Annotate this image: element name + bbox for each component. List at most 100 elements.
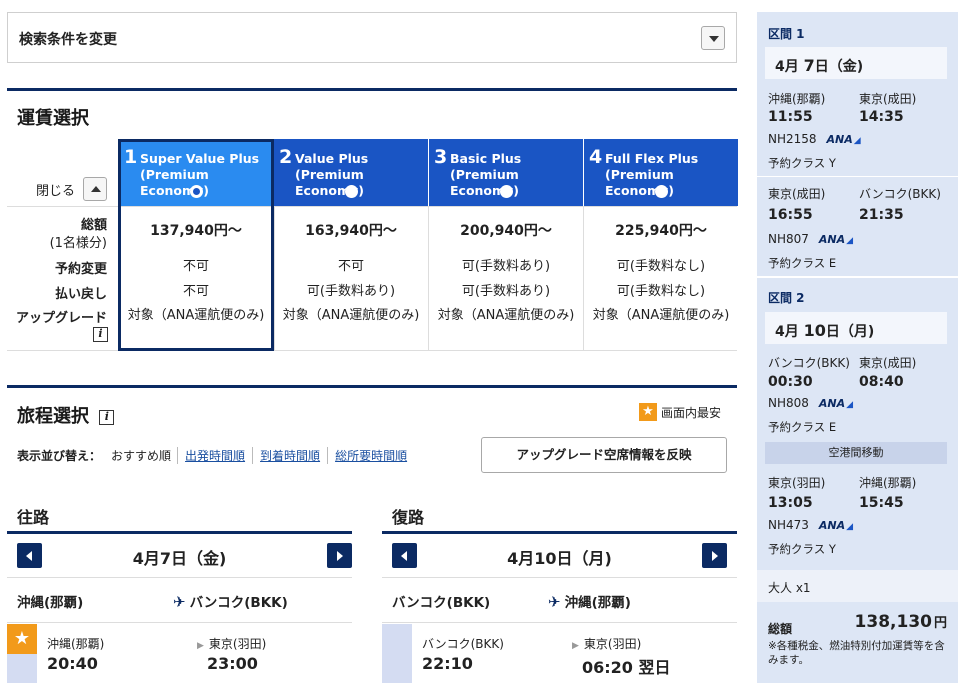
sort-duration-link[interactable]: 総所要時間順 (327, 447, 414, 464)
total-label: 総額 (768, 622, 793, 636)
date-weekday: 日（月) (825, 324, 875, 340)
row-divider (7, 350, 737, 351)
flight-marker: ★ (7, 624, 37, 683)
outbound-flight-option[interactable]: ★ 沖縄(那覇) ▶ 東京(羽田) 20:40 23:00 (7, 624, 352, 683)
search-condition-bar[interactable]: 検索条件を変更 (7, 12, 737, 63)
info-icon[interactable]: i (93, 327, 108, 342)
row-label-refund: 払い戻し (54, 287, 107, 302)
date-day: 10 (803, 321, 826, 340)
passenger-count: 大人 x1 (757, 570, 958, 602)
fare-radio[interactable] (190, 185, 203, 198)
leg-from-city: 東京(羽田) (768, 476, 826, 490)
row-label-upgrade: アップグレード (15, 311, 107, 326)
fare-upgrade: 対象（ANA運航便のみ) (282, 308, 420, 323)
leg-from-city: 沖縄(那覇) (768, 92, 826, 106)
fare-upgrade: 対象（ANA運航便のみ) (437, 308, 575, 323)
next-day-button[interactable] (327, 543, 352, 568)
leg-to-city: 東京(成田) (859, 92, 917, 106)
close-label: 閉じる (36, 184, 76, 199)
segment-2-heading: 区間 2 (768, 291, 805, 305)
segment-divider (757, 276, 958, 278)
leg-arr-time: 21:35 (859, 207, 904, 223)
fare-name: Basic Plus (Premium Economy) (450, 151, 522, 198)
next-day-button[interactable] (702, 543, 727, 568)
airport-transfer-label: 空港間移動 (765, 442, 947, 464)
fare-refund: 可(手数料なし) (616, 284, 706, 299)
ana-logo-icon: ANA (819, 397, 853, 410)
leg-to-city: バンコク(BKK) (859, 187, 941, 201)
dep-time: 20:40 (47, 654, 98, 673)
origin-city: バンコク(BKK) (392, 595, 491, 611)
fare-price: 163,940円〜 (305, 223, 397, 239)
fare-radio[interactable] (500, 185, 513, 198)
fare-change: 不可 (337, 259, 364, 274)
fare-number: 1 (124, 146, 138, 168)
leg-arr-time: 15:45 (859, 495, 904, 511)
leg-booking-class: 予約クラス Y (768, 542, 836, 556)
segment-1-heading: 区間 1 (768, 27, 805, 41)
plane-icon: ✈ (548, 593, 561, 611)
total-amount: 138,130 (854, 612, 932, 632)
destination-city: 沖縄(那覇) (564, 595, 631, 611)
flight-number: NH807 (768, 232, 809, 246)
arr-time: 23:00 (207, 654, 258, 673)
inbound-divider (382, 531, 737, 534)
row-label-per-person: (1名様分) (49, 236, 107, 251)
leg-dep-time: 00:30 (768, 374, 813, 390)
total-price: 138,130 円 (855, 612, 947, 632)
leg-flight: NH808 ANA (768, 396, 853, 410)
sort-arrival-link[interactable]: 到着時間順 (252, 447, 327, 464)
destination-city: バンコク(BKK) (189, 595, 288, 611)
ana-logo-icon: ANA (819, 233, 853, 246)
outbound-date: 4月7日（金) (132, 549, 227, 568)
ana-logo-icon: ANA (827, 133, 861, 146)
segment-2-date: 4月 10日（月) (765, 312, 947, 344)
sort-label: 表示並び替え： (17, 449, 102, 463)
dep-city: 沖縄(那覇) (47, 637, 105, 651)
inbound-flight-option[interactable]: バンコク(BKK) ▶ 東京(羽田) 22:10 06:20 翌日 (382, 624, 737, 683)
arrow-icon: ▶ (572, 641, 579, 651)
fare-refund: 不可 (182, 284, 209, 299)
destination: ✈ 沖縄(那覇) (548, 591, 631, 611)
fare-change: 可(手数料なし) (616, 259, 706, 274)
sort-bar: 表示並び替え： おすすめ順 出発時間順 到着時間順 総所要時間順 (17, 447, 414, 464)
leg-to-city: 沖縄(那覇) (859, 476, 917, 490)
date-weekday: 日（金) (814, 59, 864, 75)
arr-time: 06:20 翌日 (582, 658, 671, 677)
date-day: 7 (803, 56, 815, 75)
fare-price: 225,940円〜 (615, 223, 707, 239)
leg-arr-time: 14:35 (859, 109, 904, 125)
fare-option-2[interactable]: 2 Value Plus (Premium Economy) (274, 139, 428, 206)
fare-radio[interactable] (655, 185, 668, 198)
row-divider (7, 206, 737, 207)
leg-flight: NH807 ANA (768, 232, 853, 246)
leg-dep-time: 13:05 (768, 495, 813, 511)
inbound-date: 4月10日（月) (507, 549, 612, 568)
info-icon[interactable]: i (99, 409, 115, 425)
flight-marker (382, 624, 412, 683)
itinerary-title-text: 旅程選択 (17, 406, 89, 427)
leg-arr-time: 08:40 (859, 374, 904, 390)
cheapest-label: 画面内最安 (661, 405, 722, 420)
dep-city: バンコク(BKK) (422, 637, 504, 651)
collapse-button[interactable] (83, 177, 107, 201)
ana-logo-icon: ANA (819, 519, 853, 532)
upgrade-availability-button[interactable]: アップグレード空席情報を反映 (481, 437, 727, 473)
fare-number: 4 (589, 146, 603, 168)
flight-number: NH473 (768, 518, 809, 532)
cheapest-legend: ★ 画面内最安 (639, 403, 721, 421)
fare-option-3[interactable]: 3 Basic Plus (Premium Economy) (429, 139, 583, 206)
outbound-title: 往路 (17, 508, 50, 527)
origin-city: 沖縄(那覇) (17, 595, 84, 611)
date-month: 4月 (775, 59, 799, 75)
chevron-down-icon[interactable] (701, 26, 725, 50)
fare-radio[interactable] (345, 185, 358, 198)
sort-recommended[interactable]: おすすめ順 (111, 447, 171, 464)
fare-option-1[interactable]: 1 Super Value Plus (Premium Economy) (119, 139, 273, 206)
fare-option-4[interactable]: 4 Full Flex Plus (Premium Economy) (584, 139, 738, 206)
fare-upgrade: 対象（ANA運航便のみ) (592, 308, 730, 323)
fare-number: 3 (434, 146, 448, 168)
segment-1-date: 4月 7日（金) (765, 47, 947, 79)
sort-departure-link[interactable]: 出発時間順 (177, 447, 252, 464)
destination: ✈ バンコク(BKK) (173, 591, 288, 611)
